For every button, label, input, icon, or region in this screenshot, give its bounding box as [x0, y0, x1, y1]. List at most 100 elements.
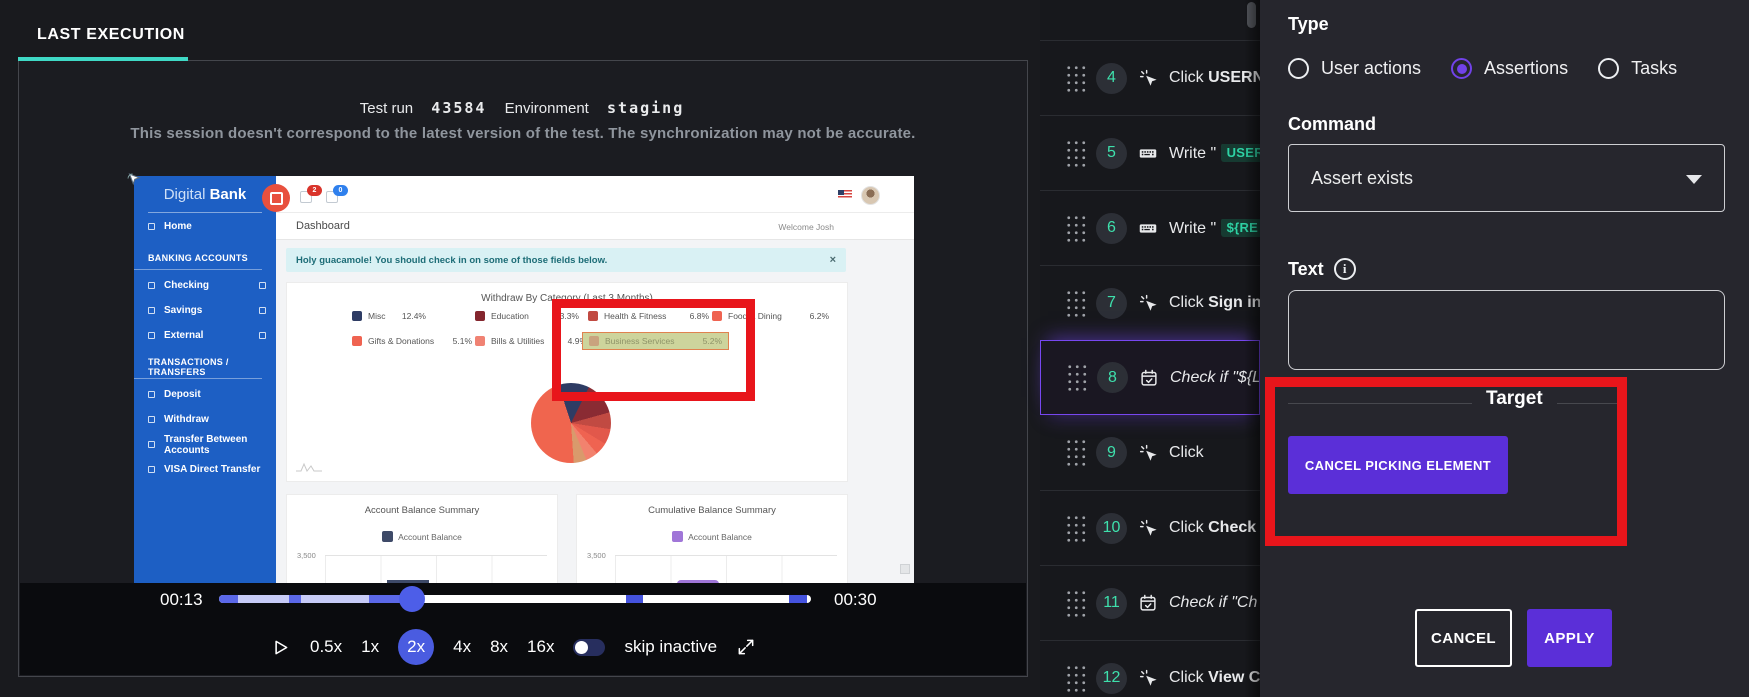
legend-item: Gifts & Donations 5.1%: [352, 336, 472, 346]
step-row-4[interactable]: 4 Click USERN: [1040, 40, 1260, 115]
drag-handle-icon[interactable]: [1065, 588, 1087, 618]
page-title: Dashboard: [296, 220, 350, 232]
sidebar-item-checking: Checking: [134, 273, 276, 298]
step-number: 7: [1096, 287, 1127, 319]
radio-user-actions[interactable]: User actions: [1288, 58, 1421, 79]
cancel-picking-element-button[interactable]: CANCEL PICKING ELEMENT: [1288, 436, 1508, 494]
sidebar-section-label: BANKING ACCOUNTS: [134, 247, 262, 270]
drag-handle-icon[interactable]: [1065, 288, 1087, 318]
step-number: 11: [1096, 587, 1127, 619]
step-row-6[interactable]: 6 Write " ${RE: [1040, 190, 1260, 265]
speed-button-8x[interactable]: 8x: [490, 637, 508, 657]
speed-button-2x[interactable]: 2x: [398, 629, 435, 665]
step-number: 5: [1096, 137, 1127, 169]
test-run-label: Test run: [359, 100, 414, 117]
mini-app-breadcrumb-bar: Dashboard Welcome Josh: [276, 212, 914, 240]
legend-swatch: [588, 311, 598, 321]
command-select[interactable]: Assert exists: [1288, 144, 1725, 212]
tab-last-execution[interactable]: LAST EXECUTION: [37, 26, 185, 44]
sidebar-item-savings: Savings: [134, 298, 276, 323]
language-flag-icon: [838, 190, 852, 199]
radio-circle-icon: [1598, 58, 1620, 79]
mini-app-topbar: 2 0: [262, 176, 914, 212]
step-row-11[interactable]: 11 Check if "Ch: [1040, 565, 1260, 640]
step-row-12[interactable]: 12 Click View C: [1040, 640, 1260, 697]
legend-item: Food & Dining 6.2%: [712, 311, 829, 321]
steps-column: 4Click USERN5Write " USER6Write " ${RE7C…: [1040, 0, 1260, 697]
assertion-text-input[interactable]: [1288, 290, 1725, 370]
legend-swatch: [352, 336, 362, 346]
bullet-icon: [148, 223, 155, 230]
legend-item: Bills & Utilities 4.9%: [475, 336, 587, 346]
command-value: Assert exists: [1311, 167, 1414, 188]
radio-assertions[interactable]: Assertions: [1451, 58, 1568, 79]
mini-scroll-mark: [900, 564, 910, 574]
summary-card: Account Balance Summary Account Balance 3,…: [286, 494, 558, 584]
legend-swatch: [475, 311, 485, 321]
check-icon: [1138, 367, 1160, 389]
drag-handle-icon[interactable]: [1065, 63, 1087, 93]
legend-swatch: [589, 336, 599, 346]
execution-card: Test run 43584 Environment staging This …: [18, 60, 1028, 677]
notification-badge-blue: 0: [333, 185, 348, 196]
summary-title: Cumulative Balance Summary: [648, 505, 776, 516]
legend-swatch: [352, 311, 362, 321]
chevron-down-icon: [1686, 175, 1702, 184]
drag-handle-icon[interactable]: [1065, 438, 1087, 467]
target-divider: [1288, 403, 1620, 404]
info-icon[interactable]: i: [1333, 258, 1356, 280]
sidebar-item-withdraw: Withdraw: [134, 407, 276, 432]
withdraw-chart-card: Withdraw By Category (Last 3 Months) Mis…: [286, 282, 848, 482]
bullet-icon: [148, 391, 155, 398]
legend-swatch: [672, 531, 684, 542]
speed-button-1x[interactable]: 1x: [361, 637, 379, 657]
progress-marker: [626, 595, 643, 603]
drag-handle-icon[interactable]: [1066, 363, 1088, 392]
bullet-icon: [148, 282, 155, 289]
skip-inactive-toggle[interactable]: [573, 638, 606, 656]
bullet-icon: [148, 441, 155, 448]
avatar: [861, 186, 880, 205]
step-number: 8: [1097, 362, 1128, 393]
cancel-button[interactable]: CANCEL: [1415, 609, 1512, 667]
apply-button[interactable]: APPLY: [1527, 609, 1612, 667]
speed-buttons: 0.5x 1x 2x 4x 8x 16x: [310, 629, 554, 665]
sidebar-item-home: Home: [134, 214, 276, 239]
video-frame[interactable]: Digital Bank Home BANKING ACCOUNTS Checkin…: [134, 176, 914, 584]
sidebar-section-label: TRANSACTIONS / TRANSFERS: [134, 356, 262, 379]
brand-divider: [148, 212, 262, 213]
cursor-icon: [1137, 292, 1159, 314]
current-time: 00:13: [160, 590, 203, 609]
play-icon[interactable]: [270, 637, 291, 658]
radio-circle-icon: [1288, 58, 1309, 79]
fullscreen-icon[interactable]: [736, 637, 756, 657]
legend-item: Misc 12.4%: [352, 311, 426, 321]
notification-icon: 2: [300, 185, 322, 203]
step-row-8[interactable]: 8 Check if "${L: [1040, 340, 1260, 415]
progress-bar[interactable]: [219, 586, 811, 612]
step-row-10[interactable]: 10 Click Check: [1040, 490, 1260, 565]
mini-app-nav: Home BANKING ACCOUNTS Checking Savings Exter…: [134, 214, 276, 482]
step-number: 10: [1096, 512, 1127, 544]
drag-handle-icon[interactable]: [1065, 213, 1087, 243]
step-number: 4: [1096, 62, 1127, 94]
bullet-icon: [148, 332, 155, 339]
environment-label: Environment: [504, 100, 589, 117]
drag-handle-icon[interactable]: [1065, 513, 1087, 543]
step-row-7[interactable]: 7 Click Sign in: [1040, 265, 1260, 340]
speed-button-16x[interactable]: 16x: [527, 637, 554, 657]
drag-handle-icon[interactable]: [1065, 138, 1087, 168]
video-player-bar: 00:13 00:30 0.5x 1x 2x 4x 8x 16x skip inactiv…: [20, 583, 1026, 675]
cursor-icon: [1137, 667, 1159, 689]
step-row-9[interactable]: 9 Click: [1040, 415, 1260, 490]
legend-item: Business Services 5.2%: [582, 332, 729, 350]
step-row-5[interactable]: 5Write " USER: [1040, 115, 1260, 190]
radio-tasks[interactable]: Tasks: [1598, 58, 1677, 79]
progress-segment: [289, 595, 301, 603]
summary-legend: Account Balance: [577, 531, 847, 542]
summary-title: Account Balance Summary: [364, 505, 480, 516]
speed-button-0.5x[interactable]: 0.5x: [310, 637, 342, 657]
drag-handle-icon[interactable]: [1065, 663, 1087, 693]
progress-handle[interactable]: [399, 586, 425, 612]
speed-button-4x[interactable]: 4x: [453, 637, 471, 657]
